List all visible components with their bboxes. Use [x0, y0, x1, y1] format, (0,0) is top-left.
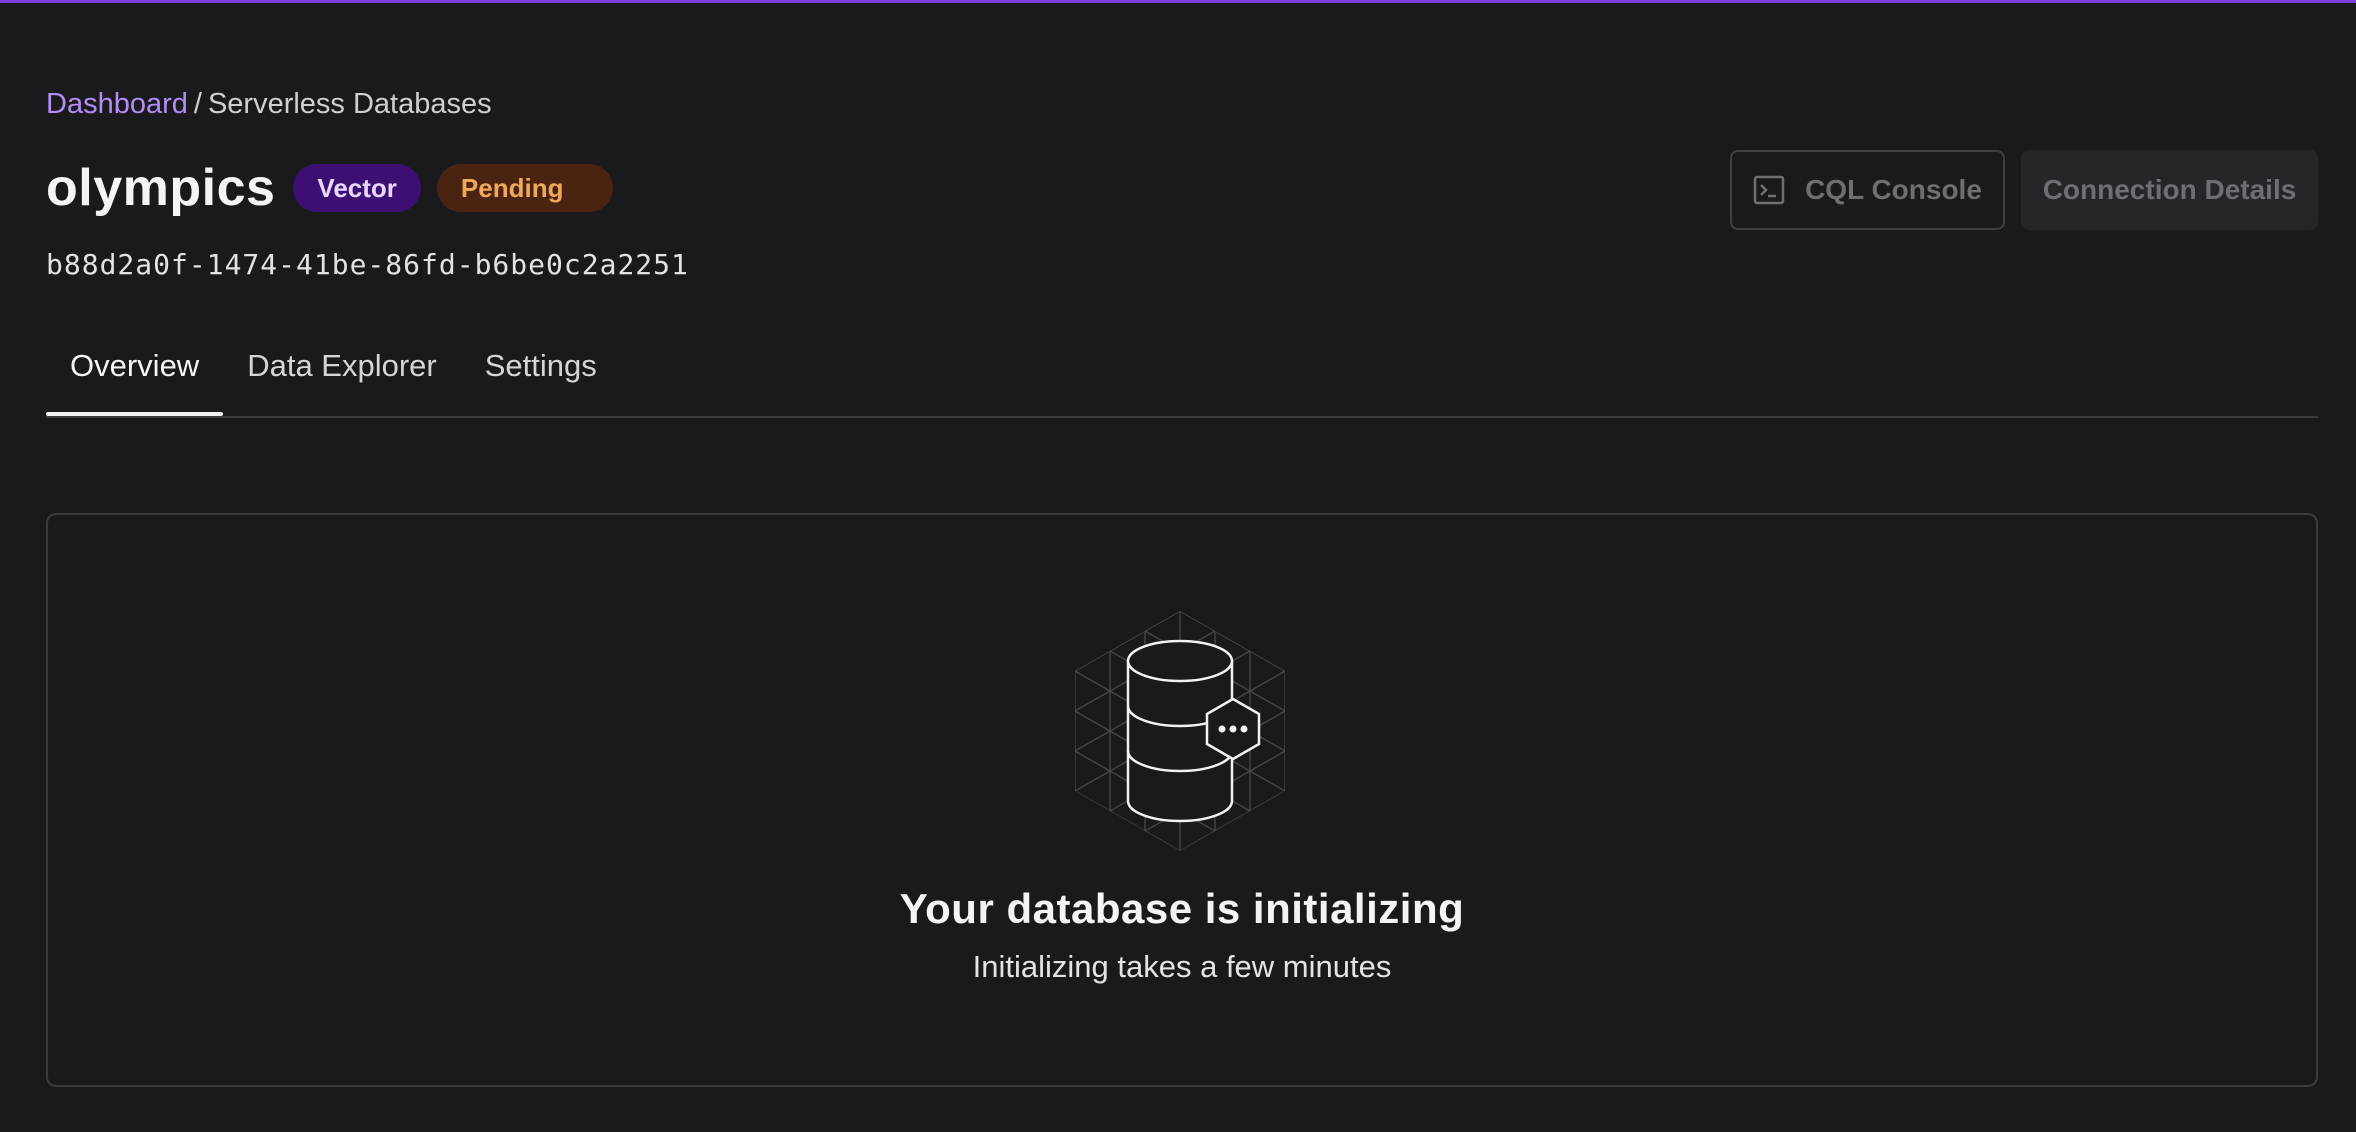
tab-bar: Overview Data Explorer Settings — [46, 336, 2318, 418]
database-page: Dashboard / Serverless Databases olympics … — [46, 0, 2318, 1132]
connection-details-button[interactable]: Connection Details — [2021, 150, 2318, 230]
header-actions: CQL Console Connection Details — [1730, 150, 2318, 230]
tab-settings[interactable]: Settings — [461, 336, 621, 414]
tab-overview[interactable]: Overview — [46, 336, 224, 416]
title-row: olympics Vector Pending — [46, 158, 614, 218]
breadcrumb-current: Serverless Databases — [207, 88, 492, 120]
database-pending-icon — [1075, 611, 1285, 851]
tab-data-explorer[interactable]: Data Explorer — [223, 336, 461, 414]
vector-badge: Vector — [293, 164, 421, 212]
status-title: Your database is initializing — [899, 885, 1465, 932]
status-subtitle: Initializing takes a few minutes — [972, 949, 1392, 984]
status-badge: Pending — [436, 164, 614, 212]
terminal-icon — [1753, 175, 1785, 205]
breadcrumb-separator: / — [193, 88, 202, 120]
breadcrumb-dashboard-link[interactable]: Dashboard — [46, 88, 188, 120]
status-card: Your database is initializing Initializi… — [46, 513, 2318, 1087]
cql-console-button[interactable]: CQL Console — [1730, 150, 2005, 230]
cql-console-label: CQL Console — [1805, 174, 1982, 205]
database-id: b88d2a0f-1474-41be-86fd-b6be0c2a2251 — [46, 248, 689, 281]
page-title: olympics — [46, 159, 276, 217]
breadcrumb: Dashboard / Serverless Databases — [46, 86, 492, 122]
connection-details-label: Connection Details — [2042, 174, 2297, 205]
